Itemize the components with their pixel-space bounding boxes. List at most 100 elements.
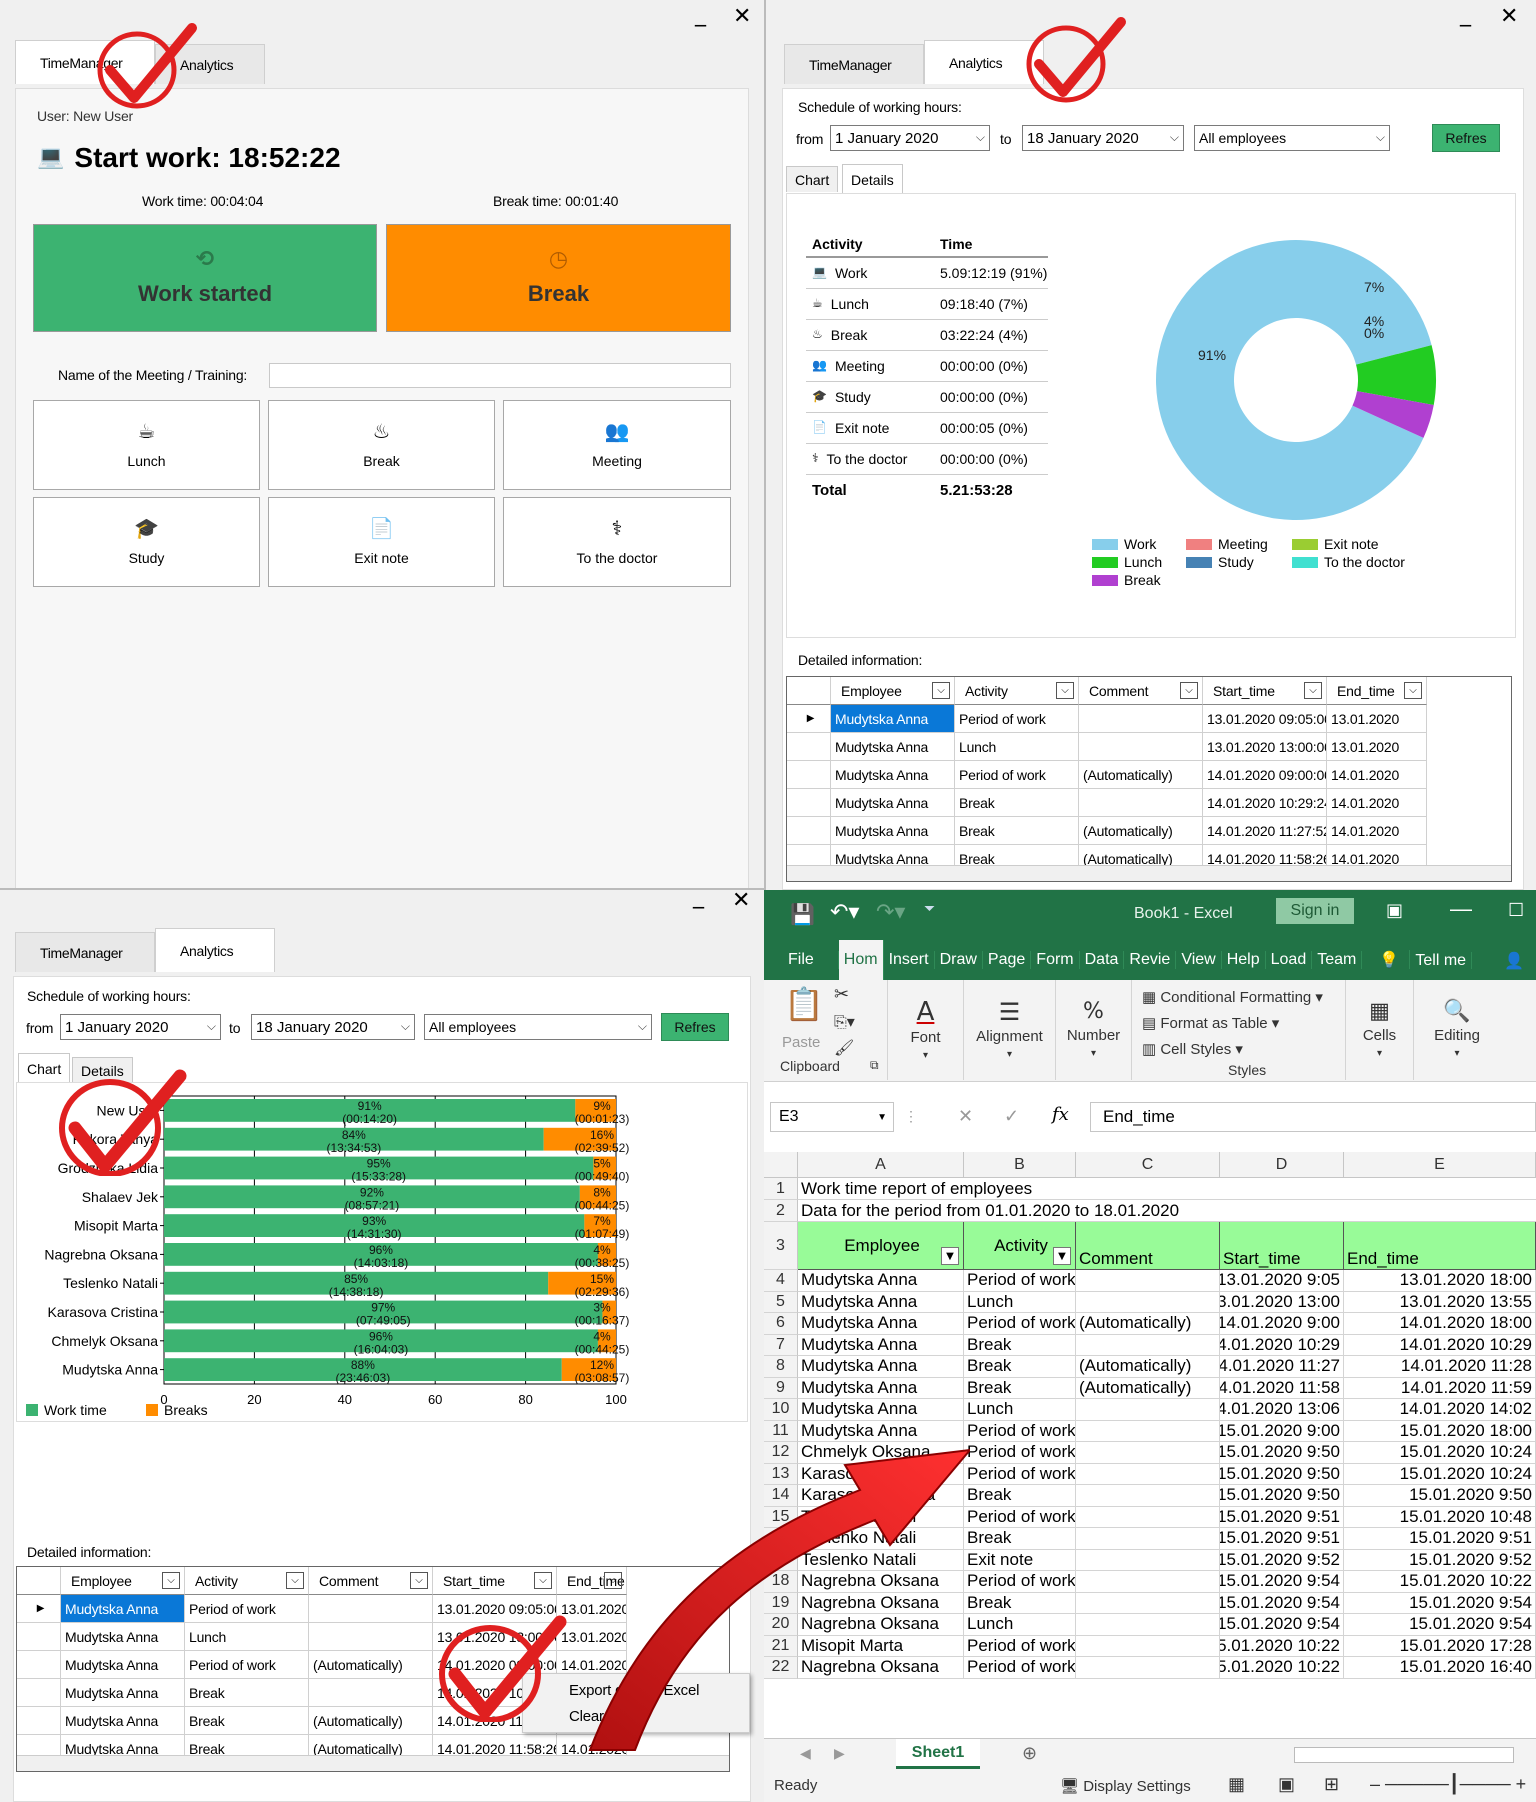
maximize-button[interactable]: ☐	[1508, 900, 1524, 921]
table-cell[interactable]: (Automatically)	[309, 1651, 433, 1679]
refresh-button[interactable]: Refres	[1432, 124, 1500, 152]
table-cell[interactable]: 13.01.2020	[1327, 733, 1427, 761]
ribbon-tab-revie[interactable]: Revie	[1124, 951, 1177, 969]
close-button[interactable]: ✕	[732, 890, 750, 913]
tab-timemanager[interactable]: TimeManager	[784, 44, 924, 84]
table-cell[interactable]	[309, 1595, 433, 1623]
ribbon-tab-insert[interactable]: Insert	[884, 951, 935, 969]
sheet-cell[interactable]: Lunch	[964, 1399, 1076, 1421]
table-header-start-time[interactable]: Start_time	[1220, 1222, 1344, 1270]
filter-dropdown-icon[interactable]: ⌵	[1404, 682, 1422, 699]
sheet-cell[interactable]: 14.01.2020 10:29	[1220, 1334, 1344, 1356]
row-header-cell[interactable]: ▶	[17, 1595, 61, 1623]
report-period-cell[interactable]: Data for the period from 01.01.2020 to 1…	[798, 1200, 1536, 1222]
sheet-cell[interactable]: Mudytska Anna	[798, 1356, 964, 1378]
table-cell[interactable]: Period of work	[955, 705, 1079, 733]
sheet-cell[interactable]	[1076, 1334, 1220, 1356]
table-cell[interactable]: Mudytska Anna	[831, 705, 955, 733]
close-button[interactable]: ✕	[733, 4, 751, 29]
sheet-cell[interactable]: Break	[964, 1356, 1076, 1378]
sheet-cell[interactable]	[1076, 1270, 1220, 1292]
table-cell[interactable]: Mudytska Anna	[61, 1679, 185, 1707]
sheet-cell[interactable]: 15.01.2020 10:24	[1344, 1463, 1536, 1485]
cells-group[interactable]: ▦ Cells ▾	[1346, 980, 1414, 1080]
table-header-activity[interactable]: Activity ▼	[964, 1222, 1076, 1270]
table-cell[interactable]: Lunch	[185, 1623, 309, 1651]
sheet-cell[interactable]: 15.01.2020 9:51	[1220, 1528, 1344, 1550]
sheet-cell[interactable]: 14.01.2020 11:28	[1344, 1356, 1536, 1378]
sheet-cell[interactable]: Exit note	[964, 1549, 1076, 1571]
table-cell[interactable]: (Automatically)	[1079, 761, 1203, 789]
filter-dropdown-icon[interactable]: ⌵	[1056, 682, 1074, 699]
filter-dropdown-icon[interactable]: ▼	[1053, 1247, 1071, 1265]
subtab-details[interactable]: Details	[842, 164, 903, 194]
paste-label[interactable]: Paste	[782, 1034, 820, 1051]
sheet-cell[interactable]: 15.01.2020 10:22	[1220, 1657, 1344, 1679]
table-cell[interactable]: Break	[955, 817, 1079, 845]
lunch-button[interactable]: ☕ Lunch	[33, 400, 260, 490]
sheet-cell[interactable]: 15.01.2020 9:50	[1344, 1485, 1536, 1507]
number-group[interactable]: % Number ▾	[1056, 980, 1132, 1080]
sheet-cell[interactable]	[1076, 1442, 1220, 1464]
table-cell[interactable]: (Automatically)	[309, 1707, 433, 1735]
table-cell[interactable]	[1079, 733, 1203, 761]
horizontal-scrollbar[interactable]	[787, 865, 1511, 881]
sheet-cell[interactable]: 13.01.2020 13:55	[1344, 1291, 1536, 1313]
sheet-cell[interactable]: 15.01.2020 9:54	[1344, 1614, 1536, 1636]
filter-dropdown-icon[interactable]: ⌵	[162, 1572, 180, 1589]
sheet-cell[interactable]: 15.01.2020 10:22	[1220, 1635, 1344, 1657]
from-date-picker[interactable]: 1 January 2020 ⌵	[830, 125, 990, 151]
ribbon-tab-load[interactable]: Load	[1266, 951, 1313, 969]
sheet-cell[interactable]	[1076, 1657, 1220, 1679]
table-cell[interactable]: Break	[185, 1679, 309, 1707]
table-cell[interactable]: Period of work	[955, 761, 1079, 789]
to-date-picker[interactable]: 18 January 2020 ⌵	[1022, 125, 1184, 151]
table-cell[interactable]: Mudytska Anna	[831, 789, 955, 817]
sheet-cell[interactable]: 14.01.2020 18:00	[1344, 1313, 1536, 1335]
ribbon-tab-help[interactable]: Help	[1222, 951, 1266, 969]
column-header-c[interactable]: C	[1076, 1152, 1220, 1178]
sheet-cell[interactable]: 15.01.2020 9:54	[1344, 1592, 1536, 1614]
column-header-comment[interactable]: Comment ⌵	[309, 1567, 433, 1595]
row-header-cell[interactable]	[17, 1707, 61, 1735]
tab-timemanager[interactable]: TimeManager	[15, 932, 155, 972]
row-header[interactable]: 1	[764, 1178, 798, 1200]
refresh-button[interactable]: Refres	[661, 1013, 729, 1041]
table-cell[interactable]: 14.01.2020	[1327, 817, 1427, 845]
sheet-cell[interactable]: 15.01.2020 9:50	[1220, 1485, 1344, 1507]
column-header-a[interactable]: A	[798, 1152, 964, 1178]
tab-analytics[interactable]: Analytics	[155, 928, 275, 972]
column-header-activity[interactable]: Activity ⌵	[955, 677, 1079, 705]
exit-note-button[interactable]: 📄 Exit note	[268, 497, 495, 587]
table-cell[interactable]: Mudytska Anna	[61, 1651, 185, 1679]
column-header-d[interactable]: D	[1220, 1152, 1344, 1178]
meeting-name-input[interactable]	[269, 363, 731, 388]
table-row[interactable]: Mudytska Anna Lunch 13.01.2020 13:00:00 13.…	[787, 733, 1427, 761]
sheet-cell[interactable]	[1076, 1592, 1220, 1614]
table-cell[interactable]: Mudytska Anna	[61, 1623, 185, 1651]
column-header-comment[interactable]: Comment ⌵	[1079, 677, 1203, 705]
name-box[interactable]: E3 ▼	[770, 1102, 894, 1132]
row-header-cell[interactable]	[787, 733, 831, 761]
sheet-cell[interactable]: 15.01.2020 9:54	[1220, 1592, 1344, 1614]
dialog-launcher-icon[interactable]: ⧉	[870, 1058, 879, 1073]
row-header[interactable]: 6	[764, 1313, 798, 1335]
study-button[interactable]: 🎓 Study	[33, 497, 260, 587]
ribbon-tab-team[interactable]: Team	[1312, 951, 1363, 969]
sheet-cell[interactable]: 13.01.2020 13:00	[1220, 1291, 1344, 1313]
cut-icon[interactable]: ✂	[834, 986, 849, 1004]
sheet-cell[interactable]: 14.01.2020 9:00	[1220, 1313, 1344, 1335]
minimize-button[interactable]: _	[693, 890, 704, 909]
sheet-cell[interactable]: Lunch	[964, 1291, 1076, 1313]
copy-icon[interactable]: ⎘▾	[834, 1014, 855, 1030]
sheet-cell[interactable]: (Automatically)	[1076, 1356, 1220, 1378]
page-layout-icon[interactable]: ▣	[1278, 1774, 1295, 1795]
share-icon[interactable]: 👤	[1499, 951, 1536, 970]
sign-in-button[interactable]: Sign in	[1276, 898, 1354, 924]
table-cell[interactable]: 14.01.2020	[1327, 761, 1427, 789]
sheet-cell[interactable]: 15.01.2020 10:24	[1344, 1442, 1536, 1464]
save-icon[interactable]: 💾	[790, 904, 815, 924]
ribbon-tab-data[interactable]: Data	[1080, 951, 1125, 969]
ribbon-tab-view[interactable]: View	[1176, 951, 1222, 969]
sheet-cell[interactable]	[1076, 1614, 1220, 1636]
